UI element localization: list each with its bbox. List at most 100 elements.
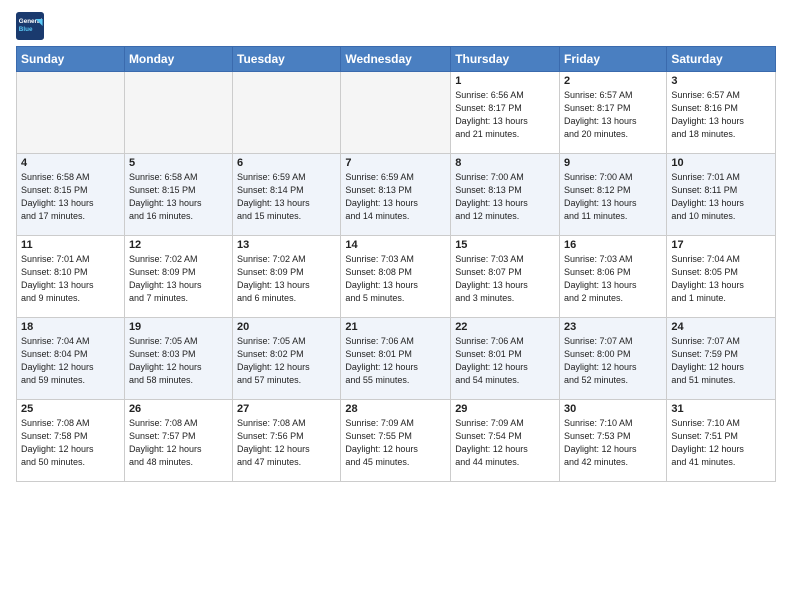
cell-text: Sunrise: 6:57 AM Sunset: 8:16 PM Dayligh…: [671, 89, 771, 141]
weekday-header-thursday: Thursday: [451, 47, 560, 72]
day-number: 20: [237, 321, 336, 333]
cell-text: Sunrise: 7:10 AM Sunset: 7:53 PM Dayligh…: [564, 417, 662, 469]
calendar-cell: 22 Sunrise: 7:06 AM Sunset: 8:01 PM Dayli…: [451, 318, 560, 400]
calendar-cell: 17Sunrise: 7:04 AM Sunset: 8:05 PM Dayli…: [667, 236, 776, 318]
cell-text: Sunrise: 7:06 AM Sunset: 8:01 PM Dayligh…: [455, 335, 555, 387]
calendar-cell: 4 Sunrise: 6:58 AM Sunset: 8:15 PM Daylig…: [17, 154, 125, 236]
weekday-header-wednesday: Wednesday: [341, 47, 451, 72]
day-number: 15: [455, 239, 555, 251]
cell-text: Sunrise: 7:02 AM Sunset: 8:09 PM Dayligh…: [129, 253, 228, 305]
calendar-cell: 28 Sunrise: 7:09 AM Sunset: 7:55 PM Dayli…: [341, 400, 451, 482]
day-number: 25: [21, 403, 120, 415]
day-number: 26: [129, 403, 228, 415]
calendar-cell: 12 Sunrise: 7:02 AM Sunset: 8:09 PM Dayli…: [124, 236, 232, 318]
calendar-cell: 9 Sunrise: 7:00 AM Sunset: 8:12 PM Daylig…: [560, 154, 667, 236]
calendar-cell: 27Sunrise: 7:08 AM Sunset: 7:56 PM Dayli…: [233, 400, 341, 482]
calendar-cell: 26 Sunrise: 7:08 AM Sunset: 7:57 PM Dayli…: [124, 400, 232, 482]
cell-text: Sunrise: 7:03 AM Sunset: 8:07 PM Dayligh…: [455, 253, 555, 305]
day-number: 1: [455, 75, 555, 87]
cell-text: Sunrise: 7:07 AM Sunset: 8:00 PM Dayligh…: [564, 335, 662, 387]
cell-text: Sunrise: 7:01 AM Sunset: 8:11 PM Dayligh…: [671, 171, 771, 223]
calendar-cell: 23 Sunrise: 7:07 AM Sunset: 8:00 PM Dayli…: [560, 318, 667, 400]
cell-text: Sunrise: 6:58 AM Sunset: 8:15 PM Dayligh…: [129, 171, 228, 223]
calendar-cell: 19 Sunrise: 7:05 AM Sunset: 8:03 PM Dayli…: [124, 318, 232, 400]
cell-text: Sunrise: 6:59 AM Sunset: 8:13 PM Dayligh…: [345, 171, 446, 223]
day-number: 18: [21, 321, 120, 333]
day-number: 28: [345, 403, 446, 415]
weekday-header-sunday: Sunday: [17, 47, 125, 72]
calendar-cell: 2 Sunrise: 6:57 AM Sunset: 8:17 PM Daylig…: [560, 72, 667, 154]
day-number: 19: [129, 321, 228, 333]
cell-text: Sunrise: 7:00 AM Sunset: 8:13 PM Dayligh…: [455, 171, 555, 223]
day-number: 8: [455, 157, 555, 169]
calendar-cell: 21 Sunrise: 7:06 AM Sunset: 8:01 PM Dayli…: [341, 318, 451, 400]
weekday-header-friday: Friday: [560, 47, 667, 72]
calendar-cell: [17, 72, 125, 154]
calendar-cell: 18 Sunrise: 7:04 AM Sunset: 8:04 PM Dayli…: [17, 318, 125, 400]
day-number: 17: [671, 239, 771, 251]
cell-text: Sunrise: 7:02 AM Sunset: 8:09 PM Dayligh…: [237, 253, 336, 305]
cell-text: Sunrise: 6:56 AM Sunset: 8:17 PM Dayligh…: [455, 89, 555, 141]
cell-text: Sunrise: 7:09 AM Sunset: 7:55 PM Dayligh…: [345, 417, 446, 469]
calendar-cell: 5 Sunrise: 6:58 AM Sunset: 8:15 PM Daylig…: [124, 154, 232, 236]
day-number: 7: [345, 157, 446, 169]
cell-text: Sunrise: 7:03 AM Sunset: 8:08 PM Dayligh…: [345, 253, 446, 305]
cell-text: Sunrise: 7:07 AM Sunset: 7:59 PM Dayligh…: [671, 335, 771, 387]
calendar-cell: 20 Sunrise: 7:05 AM Sunset: 8:02 PM Dayli…: [233, 318, 341, 400]
day-number: 21: [345, 321, 446, 333]
day-number: 9: [564, 157, 662, 169]
calendar-cell: 25 Sunrise: 7:08 AM Sunset: 7:58 PM Dayli…: [17, 400, 125, 482]
calendar-cell: 10Sunrise: 7:01 AM Sunset: 8:11 PM Dayli…: [667, 154, 776, 236]
cell-text: Sunrise: 7:09 AM Sunset: 7:54 PM Dayligh…: [455, 417, 555, 469]
cell-text: Sunrise: 7:03 AM Sunset: 8:06 PM Dayligh…: [564, 253, 662, 305]
cell-text: Sunrise: 7:04 AM Sunset: 8:04 PM Dayligh…: [21, 335, 120, 387]
day-number: 4: [21, 157, 120, 169]
day-number: 27: [237, 403, 336, 415]
day-number: 29: [455, 403, 555, 415]
day-number: 3: [671, 75, 771, 87]
logo: General Blue: [16, 12, 44, 40]
cell-text: Sunrise: 7:10 AM Sunset: 7:51 PM Dayligh…: [671, 417, 771, 469]
day-number: 5: [129, 157, 228, 169]
calendar-week-5: 25 Sunrise: 7:08 AM Sunset: 7:58 PM Dayli…: [17, 400, 776, 482]
cell-text: Sunrise: 7:06 AM Sunset: 8:01 PM Dayligh…: [345, 335, 446, 387]
cell-text: Sunrise: 7:05 AM Sunset: 8:03 PM Dayligh…: [129, 335, 228, 387]
calendar-cell: 3 Sunrise: 6:57 AM Sunset: 8:16 PM Daylig…: [667, 72, 776, 154]
calendar-cell: 30 Sunrise: 7:10 AM Sunset: 7:53 PM Dayli…: [560, 400, 667, 482]
calendar-container: General Blue SundayMondayTuesdayWednesda…: [0, 0, 792, 490]
calendar-week-3: 11Sunrise: 7:01 AM Sunset: 8:10 PM Dayli…: [17, 236, 776, 318]
calendar-week-2: 4 Sunrise: 6:58 AM Sunset: 8:15 PM Daylig…: [17, 154, 776, 236]
weekday-header-tuesday: Tuesday: [233, 47, 341, 72]
cell-text: Sunrise: 6:59 AM Sunset: 8:14 PM Dayligh…: [237, 171, 336, 223]
cell-text: Sunrise: 7:00 AM Sunset: 8:12 PM Dayligh…: [564, 171, 662, 223]
cell-text: Sunrise: 7:05 AM Sunset: 8:02 PM Dayligh…: [237, 335, 336, 387]
calendar-cell: 24Sunrise: 7:07 AM Sunset: 7:59 PM Dayli…: [667, 318, 776, 400]
cell-text: Sunrise: 7:08 AM Sunset: 7:58 PM Dayligh…: [21, 417, 120, 469]
cell-text: Sunrise: 6:57 AM Sunset: 8:17 PM Dayligh…: [564, 89, 662, 141]
cell-text: Sunrise: 7:08 AM Sunset: 7:57 PM Dayligh…: [129, 417, 228, 469]
calendar-cell: [341, 72, 451, 154]
cell-text: Sunrise: 6:58 AM Sunset: 8:15 PM Dayligh…: [21, 171, 120, 223]
calendar-cell: 8 Sunrise: 7:00 AM Sunset: 8:13 PM Daylig…: [451, 154, 560, 236]
weekday-header-monday: Monday: [124, 47, 232, 72]
day-number: 30: [564, 403, 662, 415]
header: General Blue: [16, 12, 776, 40]
calendar-cell: [124, 72, 232, 154]
day-number: 12: [129, 239, 228, 251]
day-number: 2: [564, 75, 662, 87]
calendar-cell: 29 Sunrise: 7:09 AM Sunset: 7:54 PM Dayli…: [451, 400, 560, 482]
calendar-week-4: 18 Sunrise: 7:04 AM Sunset: 8:04 PM Dayli…: [17, 318, 776, 400]
day-number: 23: [564, 321, 662, 333]
calendar-cell: 6 Sunrise: 6:59 AM Sunset: 8:14 PM Daylig…: [233, 154, 341, 236]
logo-icon: General Blue: [16, 12, 44, 40]
calendar-cell: 15 Sunrise: 7:03 AM Sunset: 8:07 PM Dayli…: [451, 236, 560, 318]
day-number: 14: [345, 239, 446, 251]
calendar-cell: 16 Sunrise: 7:03 AM Sunset: 8:06 PM Dayli…: [560, 236, 667, 318]
weekday-header-row: SundayMondayTuesdayWednesdayThursdayFrid…: [17, 47, 776, 72]
day-number: 6: [237, 157, 336, 169]
calendar-body: 1 Sunrise: 6:56 AM Sunset: 8:17 PM Daylig…: [17, 72, 776, 482]
calendar-cell: 13Sunrise: 7:02 AM Sunset: 8:09 PM Dayli…: [233, 236, 341, 318]
calendar-week-1: 1 Sunrise: 6:56 AM Sunset: 8:17 PM Daylig…: [17, 72, 776, 154]
day-number: 16: [564, 239, 662, 251]
day-number: 22: [455, 321, 555, 333]
